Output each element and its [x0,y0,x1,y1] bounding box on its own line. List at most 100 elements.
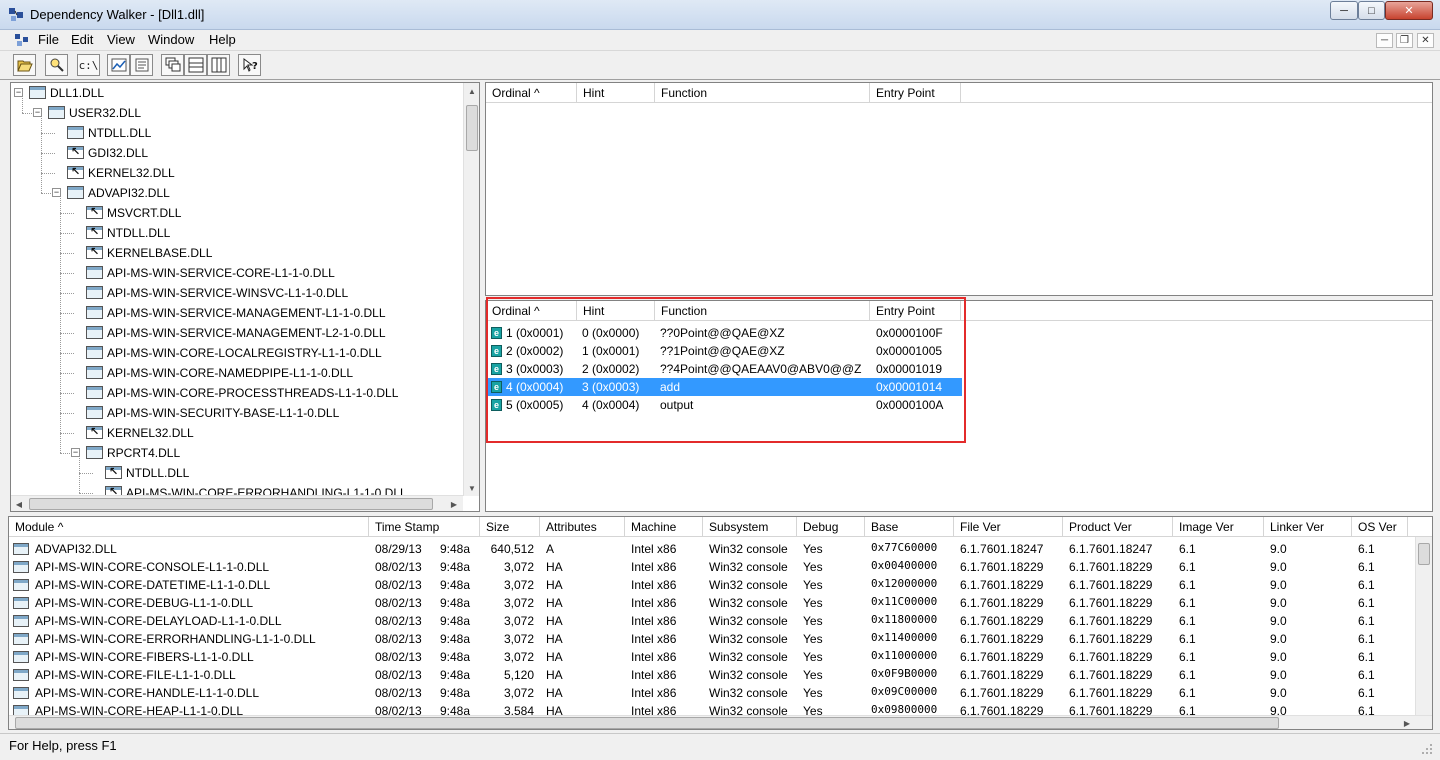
tree-horizontal-scrollbar[interactable]: ◀ ▶ [11,495,463,511]
document-restore-button[interactable]: ❐ [1396,33,1413,48]
tile-vertical-button[interactable] [207,54,230,76]
tree-expander-icon[interactable]: − [52,188,61,197]
tree-item[interactable]: API-MS-WIN-CORE-LOCALREGISTRY-L1-1-0.DLL [11,343,461,363]
column-header-machine[interactable]: Machine [625,517,703,537]
cell-debug: Yes [803,686,823,700]
full-paths-button[interactable]: c:\ [77,54,100,76]
module-row[interactable]: API-MS-WIN-CORE-FIBERS-L1-1-0.DLL 08/02/1… [9,648,1414,666]
column-header-imagever[interactable]: Image Ver [1173,517,1264,537]
scroll-left-arrow-icon[interactable]: ◀ [12,497,26,511]
close-button[interactable]: ✕ [1385,1,1433,20]
forwarded-module-icon [86,205,103,219]
module-row[interactable]: API-MS-WIN-CORE-FILE-L1-1-0.DLL 08/02/13 9… [9,666,1414,684]
resize-grip-icon[interactable] [1420,742,1434,756]
menu-view[interactable]: View [105,32,137,47]
module-row[interactable]: API-MS-WIN-CORE-HANDLE-L1-1-0.DLL 08/02/1… [9,684,1414,702]
scroll-thumb[interactable] [466,105,478,151]
scroll-thumb[interactable] [29,498,433,510]
column-header-filever[interactable]: File Ver [954,517,1063,537]
scroll-right-arrow-icon[interactable]: ▶ [1400,716,1414,729]
tree-item[interactable]: MSVCRT.DLL [11,203,461,223]
column-header-ordinal[interactable]: Ordinal ^ [486,83,577,103]
tree-item[interactable]: KERNEL32.DLL [11,423,461,443]
column-header-module[interactable]: Module ^ [9,517,369,537]
cascade-button[interactable] [161,54,184,76]
module-dependency-tree[interactable]: −DLL1.DLL−USER32.DLLNTDLL.DLLGDI32.DLLKE… [10,82,480,512]
cell-attr: HA [546,560,563,574]
menu-window[interactable]: Window [146,32,196,47]
tree-item[interactable]: KERNELBASE.DLL [11,243,461,263]
save-button[interactable] [45,54,68,76]
column-header-debug[interactable]: Debug [797,517,865,537]
tree-item[interactable]: − DLL1.DLL [11,83,461,103]
document-close-button[interactable]: ✕ [1417,33,1434,48]
tree-item[interactable]: − USER32.DLL [11,103,461,123]
module-row[interactable]: API-MS-WIN-CORE-DEBUG-L1-1-0.DLL 08/02/13… [9,594,1414,612]
tree-item[interactable]: NTDLL.DLL [11,223,461,243]
column-header-entry-point[interactable]: Entry Point [870,83,961,103]
column-header-attr[interactable]: Attributes [540,517,625,537]
cell-prodver: 6.1.7601.18229 [1069,578,1153,592]
column-header-hint[interactable]: Hint [577,83,655,103]
scroll-thumb[interactable] [15,717,1279,729]
scroll-up-arrow-icon[interactable]: ▲ [465,84,479,98]
tile-horizontal-button[interactable] [184,54,207,76]
column-header-base[interactable]: Base [865,517,954,537]
tree-item[interactable]: GDI32.DLL [11,143,461,163]
document-minimize-button[interactable]: ─ [1376,33,1393,48]
column-header-osver[interactable]: OS Ver [1352,517,1408,537]
tree-vertical-scrollbar[interactable]: ▲ ▼ [463,83,479,496]
tree-item[interactable]: KERNEL32.DLL [11,163,461,183]
module-row[interactable]: API-MS-WIN-CORE-ERRORHANDLING-L1-1-0.DLL… [9,630,1414,648]
tree-item[interactable]: API-MS-WIN-SECURITY-BASE-L1-1-0.DLL [11,403,461,423]
column-header-prodver[interactable]: Product Ver [1063,517,1173,537]
tree-expander-icon[interactable]: − [71,448,80,457]
minimize-button[interactable]: ─ [1330,1,1358,20]
modules-vertical-scrollbar[interactable]: ▲ [1415,537,1432,715]
module-icon [13,615,29,627]
module-row[interactable]: API-MS-WIN-CORE-DELAYLOAD-L1-1-0.DLL 08/0… [9,612,1414,630]
column-header-subsystem[interactable]: Subsystem [703,517,797,537]
module-row[interactable]: ADVAPI32.DLL 08/29/13 9:48a 640,512 A Intel x… [9,540,1414,558]
menu-help[interactable]: Help [207,32,238,47]
cell-module: API-MS-WIN-CORE-FILE-L1-1-0.DLL [35,668,236,682]
cell-machine: Intel x86 [631,650,677,664]
parent-imports-list[interactable]: Ordinal ^ Hint Function Entry Point [485,82,1433,296]
tree-connector [60,253,74,254]
scroll-thumb[interactable] [1418,543,1430,565]
context-help-button[interactable]: ? [238,54,261,76]
module-icon [67,186,84,199]
open-button[interactable] [13,54,36,76]
menu-file[interactable]: File [36,32,61,47]
tree-item[interactable]: − ADVAPI32.DLL [11,183,461,203]
tree-item[interactable]: API-MS-WIN-SERVICE-CORE-L1-1-0.DLL [11,263,461,283]
scroll-down-arrow-icon[interactable]: ▼ [465,481,479,495]
document-icon[interactable] [14,33,30,47]
column-header-size[interactable]: Size [480,517,540,537]
column-header-timestamp[interactable]: Time Stamp [369,517,480,537]
scroll-right-arrow-icon[interactable]: ▶ [447,497,461,511]
tree-item[interactable]: API-MS-WIN-CORE-NAMEDPIPE-L1-1-0.DLL [11,363,461,383]
tree-item[interactable]: API-MS-WIN-SERVICE-MANAGEMENT-L1-1-0.DLL [11,303,461,323]
module-list[interactable]: Module ^ Time Stamp Size Attributes Machine S… [8,516,1433,730]
maximize-button[interactable]: □ [1358,1,1385,20]
tree-expander-icon[interactable]: − [33,108,42,117]
tree-item-label: NTDLL.DLL [126,466,190,480]
title-bar[interactable] [0,0,1440,30]
module-row[interactable]: API-MS-WIN-CORE-DATETIME-L1-1-0.DLL 08/02… [9,576,1414,594]
tree-item[interactable]: API-MS-WIN-SERVICE-MANAGEMENT-L2-1-0.DLL [11,323,461,343]
tree-item[interactable]: NTDLL.DLL [11,123,461,143]
module-icon [86,446,103,459]
properties-button[interactable] [130,54,153,76]
cell-debug: Yes [803,542,823,556]
tree-item-label: API-MS-WIN-CORE-LOCALREGISTRY-L1-1-0.DLL [107,346,382,360]
module-row[interactable]: API-MS-WIN-CORE-CONSOLE-L1-1-0.DLL 08/02/… [9,558,1414,576]
column-header-linkerver[interactable]: Linker Ver [1264,517,1352,537]
modules-horizontal-scrollbar[interactable]: ▶ [9,715,1432,729]
tree-item[interactable]: API-MS-WIN-SERVICE-WINSVC-L1-1-0.DLL [11,283,461,303]
column-header-function[interactable]: Function [655,83,870,103]
menu-edit[interactable]: Edit [69,32,95,47]
tree-item[interactable]: API-MS-WIN-CORE-PROCESSTHREADS-L1-1-0.DL… [11,383,461,403]
profile-button[interactable] [107,54,130,76]
tree-expander-icon[interactable]: − [14,88,23,97]
